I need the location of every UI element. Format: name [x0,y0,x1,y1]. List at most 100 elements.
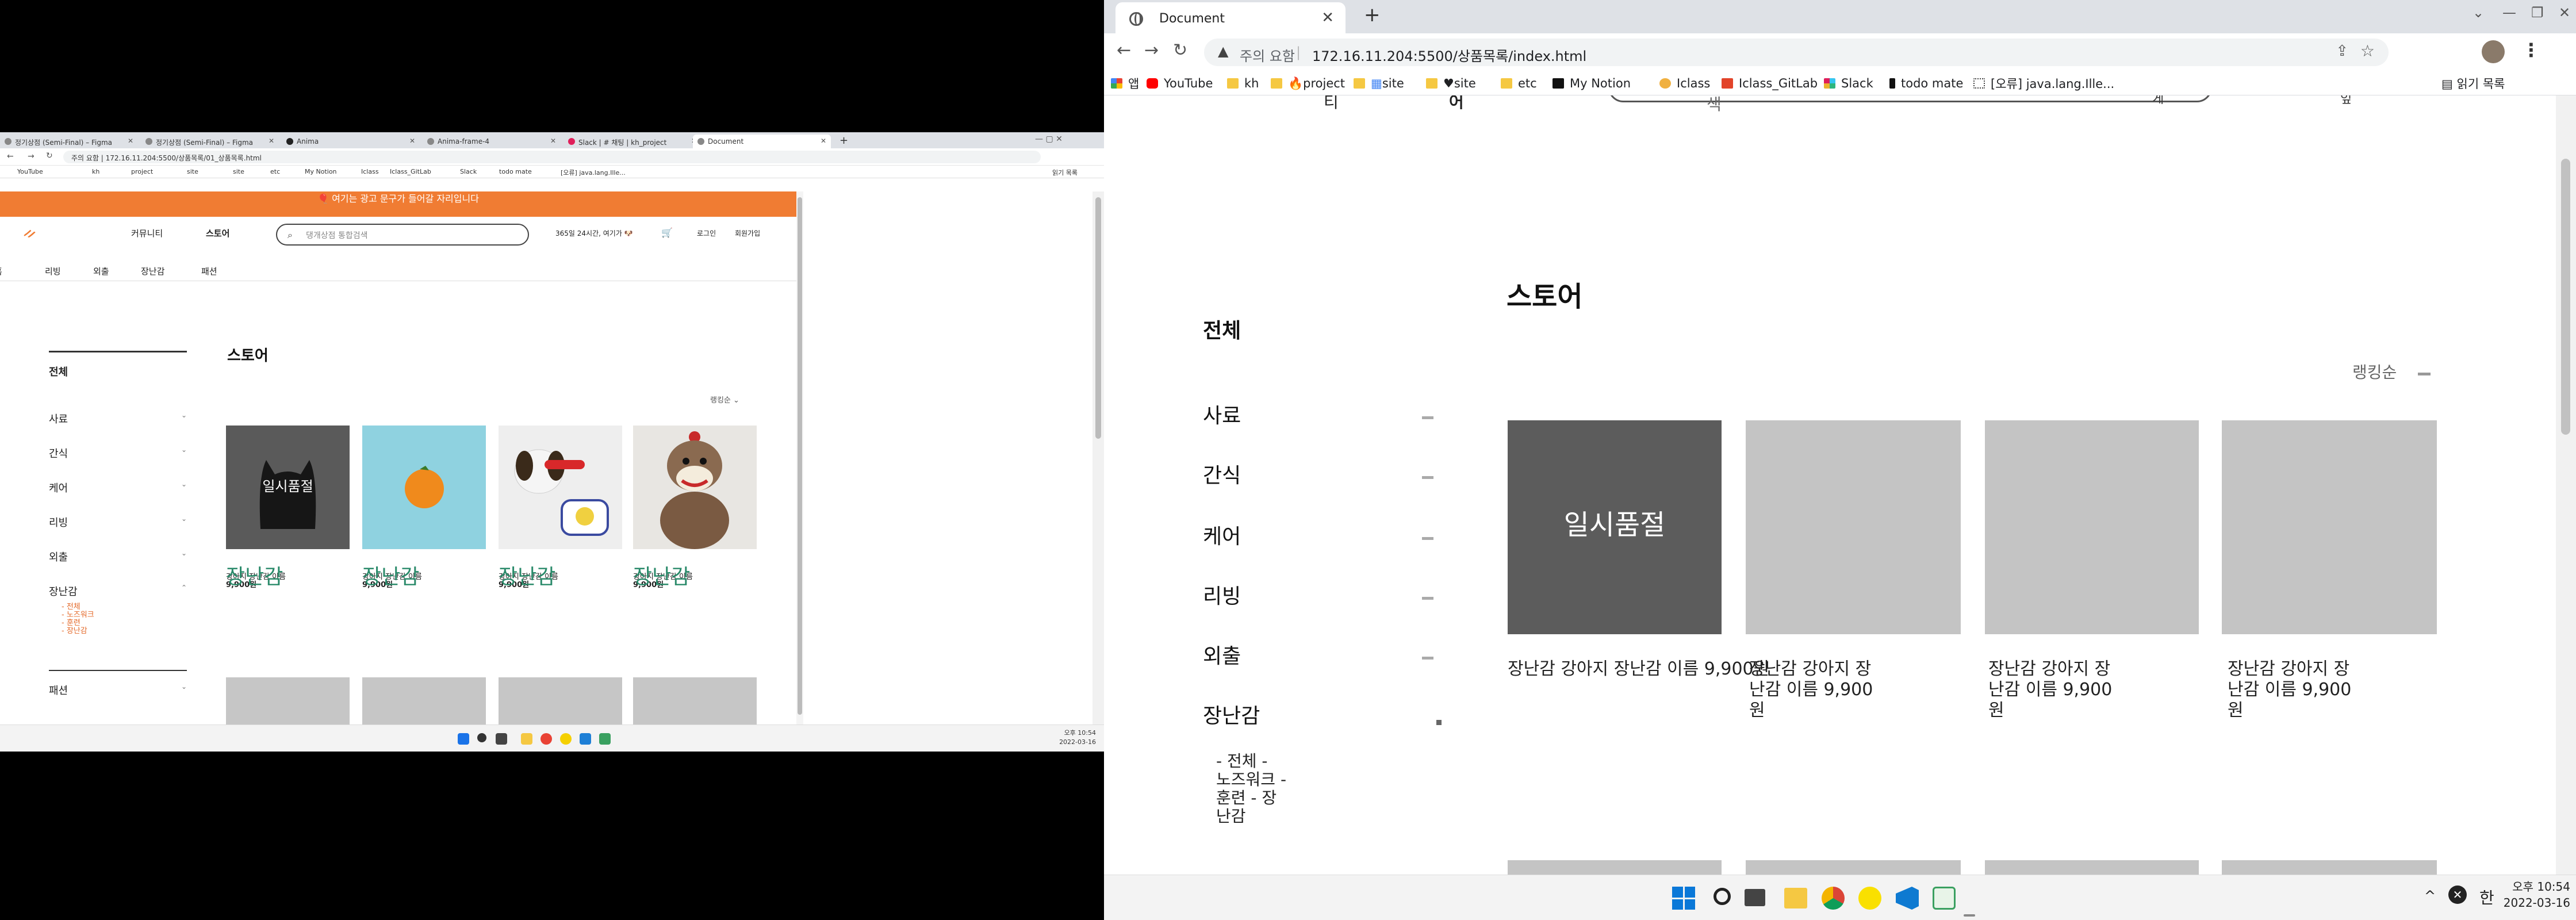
product-card[interactable] [1985,420,2199,634]
left-page-scrollbar[interactable] [796,191,803,752]
ad-banner[interactable]: 🎈 여기는 광고 문구가 들어갈 자리입니다 [0,191,796,217]
bookmark-iclass[interactable]: Iclass [1659,75,1710,92]
collapse-icon[interactable] [1422,416,1433,419]
sort-dropdown[interactable]: 랭킹순 [2352,360,2397,383]
page-scrollbar[interactable] [2556,95,2576,875]
chrome-icon[interactable] [1822,887,1845,910]
reading-list[interactable]: 읽기 목록 [1052,168,1078,177]
category-item[interactable]: 케어 ⌄ [49,480,187,515]
product-card[interactable] [1746,860,1961,875]
clock[interactable]: 오후 10:54 2022-03-16 [2496,879,2570,911]
close-icon[interactable]: ✕ [821,137,826,145]
close-icon[interactable]: ✕ [409,137,415,145]
bookmark[interactable]: project [131,168,153,175]
bookmark-slack[interactable]: Slack [1824,75,1873,92]
antivirus-icon[interactable]: ✕ [2448,885,2467,904]
kakaotalk-icon[interactable] [1858,887,1881,910]
collapse-icon[interactable] [1422,476,1433,479]
product-caption[interactable]: 장난감 강아지 장 난감 이름 9,900 원 [2228,659,2400,721]
signup-link[interactable]: 회원가입 [735,228,760,238]
subnav-item[interactable]: 홈 [0,265,2,277]
new-tab-icon[interactable]: + [839,135,848,147]
product-card[interactable] [1508,860,1722,875]
reload-icon[interactable]: ↻ [46,151,53,160]
search-input-fragment[interactable] [1608,95,2212,102]
nav-store[interactable]: 스토어 [206,227,229,239]
close-icon[interactable]: ✕ [269,137,274,145]
category-item[interactable]: 리빙 ⌄ [49,515,187,549]
share-icon[interactable]: ⇪ [2336,43,2348,60]
bookmark[interactable]: [오류] java.lang.Ille... [561,168,626,177]
bookmark-todo[interactable]: todo mate [1889,75,1963,92]
tab-document[interactable]: Document ✕ [1116,2,1346,33]
category-toy[interactable]: 장난감 [1203,699,1260,729]
reading-list[interactable]: ▤ 읽기 목록 [2441,75,2505,92]
left-tab-active[interactable]: Document ✕ [693,135,831,148]
taskview-icon[interactable] [496,733,507,745]
bookmark-site-heart[interactable]: ♥ site [1426,75,1476,92]
collapse-icon[interactable] [1422,597,1433,600]
header-fragment[interactable]: 잎 [2340,95,2352,107]
header-fragment[interactable]: 게 [2152,95,2164,107]
maximize-icon[interactable]: ❐ [2531,5,2544,21]
category-item[interactable]: 패션 ⌄ [49,683,187,717]
bookmark-gitlab[interactable]: Iclass_GitLab [1722,75,1818,92]
search-input[interactable]: 댕개상점 통합검색 [276,224,529,246]
collapse-icon[interactable] [1422,537,1433,540]
file-explorer-icon[interactable] [1784,888,1807,908]
bookmark[interactable]: etc [270,168,280,175]
product-image[interactable] [633,425,757,549]
product-caption[interactable]: 장난감 강아지 장난감 이름 9,900원 [1508,659,1769,680]
toy-subcategories[interactable]: - 전체 - 노즈워크 - 훈련 - 장 난감 [1216,752,1302,826]
product-image[interactable] [362,425,486,549]
kakaotalk-icon[interactable] [560,733,572,745]
warning-icon[interactable]: ▲ [1218,43,1228,59]
vscode-icon[interactable] [580,733,591,745]
product-card[interactable] [1746,420,1961,634]
sort-dropdown[interactable]: 랭킹순 ⌄ [710,394,739,405]
header-promo[interactable]: 365일 24시간, 여기가 🐶 [555,228,633,238]
bookmark[interactable]: My Notion [305,168,337,175]
sort-icon[interactable] [2418,373,2431,375]
product-image[interactable]: 일시품절 [226,425,350,549]
subnav-item[interactable]: 리빙 [45,265,61,277]
bookmark-site[interactable]: ▦ site [1354,75,1404,92]
close-icon[interactable]: ✕ [550,137,556,145]
category-all[interactable]: 전체 [49,364,187,411]
expand-icon[interactable] [1436,720,1442,725]
bookmark-error[interactable]: [오류] java.lang.Ille... [1973,75,2114,92]
category-item[interactable]: 외출 ⌄ [49,549,187,584]
login-link[interactable]: 로그인 [697,228,716,238]
product-card[interactable]: 일시품절 장난감 강아지 장난감 이름 9,900원 [226,425,350,589]
start-icon[interactable] [1672,887,1695,910]
product-card-soldout[interactable]: 일시품절 [1508,420,1722,634]
bookmark[interactable]: Iclass_GitLab [390,168,431,175]
profile-avatar[interactable] [2482,40,2505,63]
subnav-item[interactable]: 패션 [201,265,217,277]
product-card[interactable]: 장난감 강아지 장난감 이름 9,900원 [633,425,757,589]
taskview-icon[interactable] [1745,889,1765,906]
bookmark-etc[interactable]: etc [1501,75,1537,92]
address-bar[interactable]: ▲ 주의 요함 | 172.16.11.204:5500/상품목록/index.… [1204,39,2389,66]
bookmark[interactable]: Iclass [361,168,379,175]
bookmark-project[interactable]: 🔥 project [1271,75,1345,92]
menu-icon[interactable]: ⋮ [2522,39,2540,61]
left-tab[interactable]: Slack | # 채팅 | kh_project✕ [564,135,702,148]
category-item[interactable]: 간식 ⌄ [49,446,187,480]
app-icon[interactable] [599,733,611,745]
bookmark-youtube[interactable]: YouTube [1147,75,1213,92]
chevron-up-icon[interactable]: ^ [2424,888,2436,904]
bookmark[interactable]: YouTube [17,168,43,175]
left-tab[interactable]: 정기상점 (Semi-Final) – Figma ✕ [0,135,138,148]
chrome-icon[interactable] [540,733,552,745]
file-explorer-icon[interactable] [521,733,532,745]
sub-item[interactable]: - 장난감 [62,627,187,635]
site-logo[interactable]: ᨀ [23,223,37,243]
search-icon[interactable] [477,733,486,742]
product-caption[interactable]: 장난감 강아지 장 난감 이름 9,900 원 [1988,659,2161,721]
category-food[interactable]: 사료 [1203,399,1241,429]
bookmark-kh[interactable]: kh [1227,75,1259,92]
bookmark[interactable]: site [233,168,244,175]
sub-item[interactable]: - 훈련 [62,619,187,627]
start-icon[interactable] [458,733,469,745]
